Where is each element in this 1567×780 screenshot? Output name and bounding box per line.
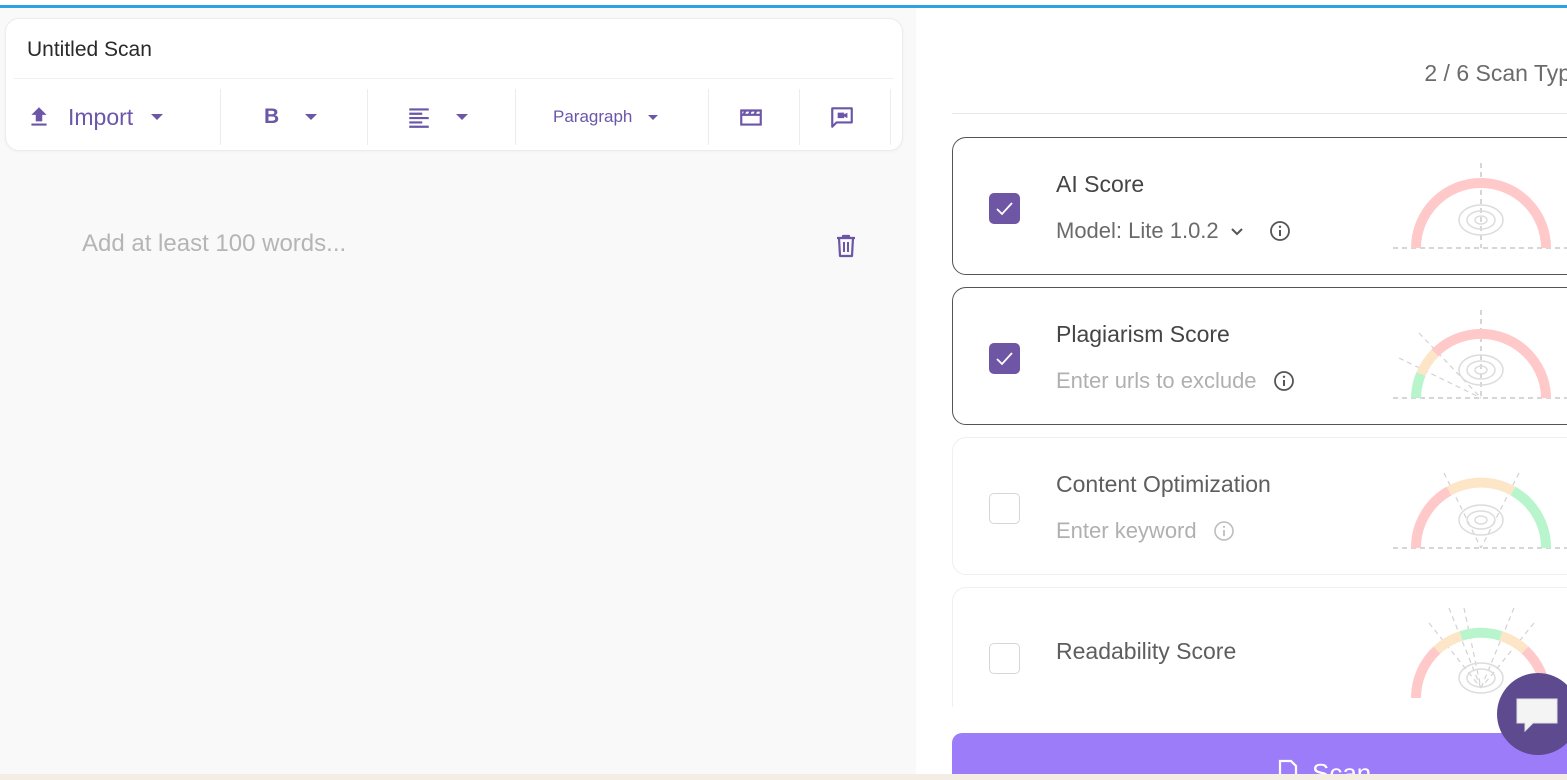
content-optimization-gauge	[1393, 472, 1567, 549]
check-icon	[996, 202, 1013, 216]
align-caret-icon	[456, 114, 468, 120]
import-label: Import	[68, 103, 134, 130]
comment-icon	[831, 107, 853, 128]
chevron-down-icon	[1230, 228, 1243, 236]
toolbar-divider	[14, 78, 894, 79]
check-icon	[996, 352, 1013, 366]
paragraph-label: Paragraph	[553, 107, 633, 126]
video-icon	[740, 109, 762, 126]
align-button[interactable]	[406, 89, 468, 145]
info-icon[interactable]	[1273, 370, 1295, 392]
toolbar-separator	[890, 89, 891, 145]
import-caret-icon	[151, 114, 164, 120]
plagiarism-checkbox[interactable]	[989, 343, 1020, 374]
bold-button[interactable]: B	[264, 89, 318, 145]
keyword-placeholder: Enter keyword	[1056, 518, 1197, 543]
exclude-urls-input[interactable]: Enter urls to exclude	[1056, 368, 1295, 394]
ai-score-gauge	[1393, 163, 1567, 249]
import-button[interactable]: Import	[26, 89, 164, 145]
plagiarism-gauge	[1393, 310, 1567, 399]
card-title: AI Score	[1056, 171, 1145, 197]
bottom-strip	[0, 774, 1567, 780]
panel-divider	[952, 113, 1567, 114]
paragraph-dropdown[interactable]: Paragraph	[553, 89, 659, 145]
toolbar-separator	[799, 89, 800, 145]
keyword-input[interactable]: Enter keyword	[1056, 518, 1235, 544]
editor-header-card: Untitled Scan Import B Paragraph	[5, 18, 903, 151]
bold-caret-icon	[305, 114, 318, 120]
exclude-urls-placeholder: Enter urls to exclude	[1056, 368, 1257, 393]
brain-icon	[1458, 504, 1504, 536]
scan-type-count: 2 / 6 Scan Typ	[1424, 60, 1567, 86]
card-title: Readability Score	[1056, 638, 1237, 664]
toolbar-separator	[515, 89, 516, 145]
video-button[interactable]	[738, 89, 764, 145]
card-title: Content Optimization	[1056, 471, 1271, 497]
align-left-icon	[409, 108, 429, 128]
card-title: Plagiarism Score	[1056, 321, 1230, 347]
scan-card-plagiarism[interactable]: Plagiarism Score Enter urls to exclude	[952, 287, 1567, 425]
model-select[interactable]: Model: Lite 1.0.2	[1056, 218, 1291, 244]
brain-icon	[1458, 662, 1504, 694]
trash-icon	[837, 234, 855, 258]
editor-panel: Untitled Scan Import B Paragraph Add at …	[0, 8, 916, 780]
readability-checkbox[interactable]	[989, 643, 1020, 674]
ai-score-checkbox[interactable]	[989, 193, 1020, 224]
comment-button[interactable]	[829, 89, 855, 145]
document-title[interactable]: Untitled Scan	[27, 38, 152, 62]
info-icon[interactable]	[1269, 220, 1291, 242]
paragraph-caret-icon	[648, 114, 659, 120]
chat-icon	[1516, 698, 1558, 733]
toolbar-separator	[220, 89, 221, 145]
content-optimization-checkbox[interactable]	[989, 493, 1020, 524]
model-label: Model: Lite 1.0.2	[1056, 218, 1219, 243]
editor-placeholder[interactable]: Add at least 100 words...	[82, 230, 346, 258]
toolbar-separator	[708, 89, 709, 145]
scan-options-panel: 2 / 6 Scan Typ AI Score Model: Lite 1.0.…	[916, 8, 1567, 780]
bold-icon: B	[264, 105, 280, 128]
upload-icon	[31, 107, 47, 126]
scan-card-readability[interactable]: Readability Score	[952, 587, 1567, 707]
scan-card-content-optimization[interactable]: Content Optimization Enter keyword	[952, 437, 1567, 575]
clear-button[interactable]	[835, 234, 857, 263]
toolbar-separator	[367, 89, 368, 145]
info-icon[interactable]	[1213, 520, 1235, 542]
scan-card-ai-score[interactable]: AI Score Model: Lite 1.0.2	[952, 137, 1567, 275]
scan-button[interactable]: Scan	[952, 733, 1567, 780]
